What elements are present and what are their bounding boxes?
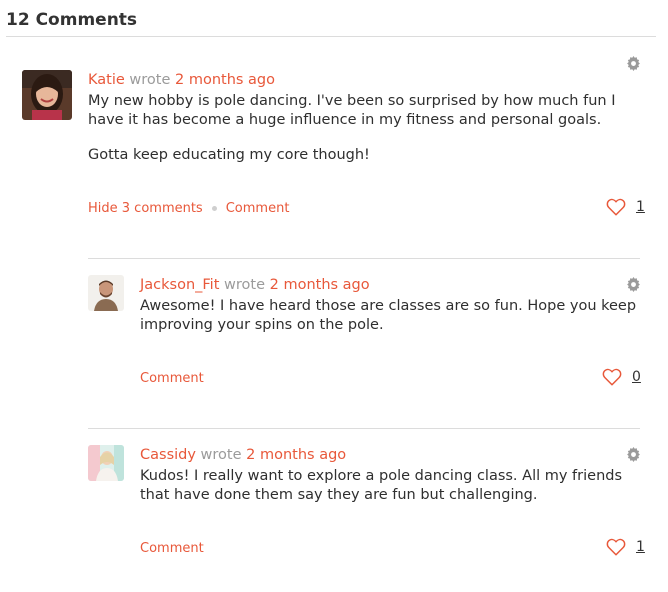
avatar-cassidy-image — [88, 445, 124, 481]
like-button[interactable]: 1 — [606, 198, 645, 216]
author-link[interactable]: Cassidy — [140, 447, 196, 463]
wrote-label: wrote — [129, 72, 171, 88]
reply-divider — [88, 258, 640, 259]
gear-icon[interactable] — [626, 447, 641, 462]
like-count[interactable]: 0 — [632, 369, 641, 385]
hide-comments-link[interactable]: Hide 3 comments — [88, 201, 203, 216]
reply-cassidy: Cassidy wrote 2 months ago Kudos! I real… — [88, 445, 645, 575]
comment-paragraph: Awesome! I have heard those are classes … — [140, 298, 637, 333]
like-button[interactable]: 0 — [602, 368, 641, 386]
comment-text: Awesome! I have heard those are classes … — [140, 297, 640, 335]
comment-text: Kudos! I really want to explore a pole d… — [140, 467, 640, 505]
comment-meta: Katie wrote 2 months ago — [88, 70, 642, 90]
comment-katie: Katie wrote 2 months ago My new hobby is… — [22, 56, 645, 230]
avatar-katie-image — [22, 70, 72, 120]
comments-count-title: 12 Comments — [6, 10, 138, 30]
heart-icon — [606, 198, 626, 216]
reply-jackson-fit: Jackson_Fit wrote 2 months ago Awesome! … — [88, 275, 642, 405]
comment-paragraph: Kudos! I really want to explore a pole d… — [140, 468, 623, 503]
heart-icon — [606, 538, 626, 556]
comments-header: 12 Comments — [6, 10, 656, 37]
timestamp-link[interactable]: 2 months ago — [246, 447, 346, 463]
timestamp-link[interactable]: 2 months ago — [270, 277, 370, 293]
author-link[interactable]: Jackson_Fit — [140, 277, 219, 293]
gear-icon[interactable] — [626, 277, 641, 292]
like-button[interactable]: 1 — [606, 538, 645, 556]
reply-divider — [88, 428, 640, 429]
like-count[interactable]: 1 — [636, 199, 645, 215]
like-count[interactable]: 1 — [636, 539, 645, 555]
avatar-jackson-image — [88, 275, 124, 311]
timestamp-link[interactable]: 2 months ago — [175, 72, 275, 88]
author-link[interactable]: Katie — [88, 72, 125, 88]
avatar[interactable] — [22, 70, 72, 120]
comment-text: My new hobby is pole dancing. I've been … — [88, 92, 642, 165]
separator-dot — [211, 206, 217, 211]
comment-meta: Jackson_Fit wrote 2 months ago — [140, 275, 640, 295]
comment-paragraph: Gotta keep educating my core though! — [88, 147, 370, 163]
comment-paragraph: My new hobby is pole dancing. I've been … — [88, 93, 616, 128]
wrote-label: wrote — [224, 277, 265, 293]
avatar[interactable] — [88, 445, 124, 481]
avatar[interactable] — [88, 275, 124, 311]
comment-meta: Cassidy wrote 2 months ago — [140, 445, 640, 465]
gear-icon[interactable] — [626, 56, 641, 71]
wrote-label: wrote — [200, 447, 242, 463]
comment-link[interactable]: Comment — [226, 201, 290, 216]
comment-link[interactable]: Comment — [140, 371, 204, 386]
heart-icon — [602, 368, 622, 386]
comment-link[interactable]: Comment — [140, 541, 204, 556]
